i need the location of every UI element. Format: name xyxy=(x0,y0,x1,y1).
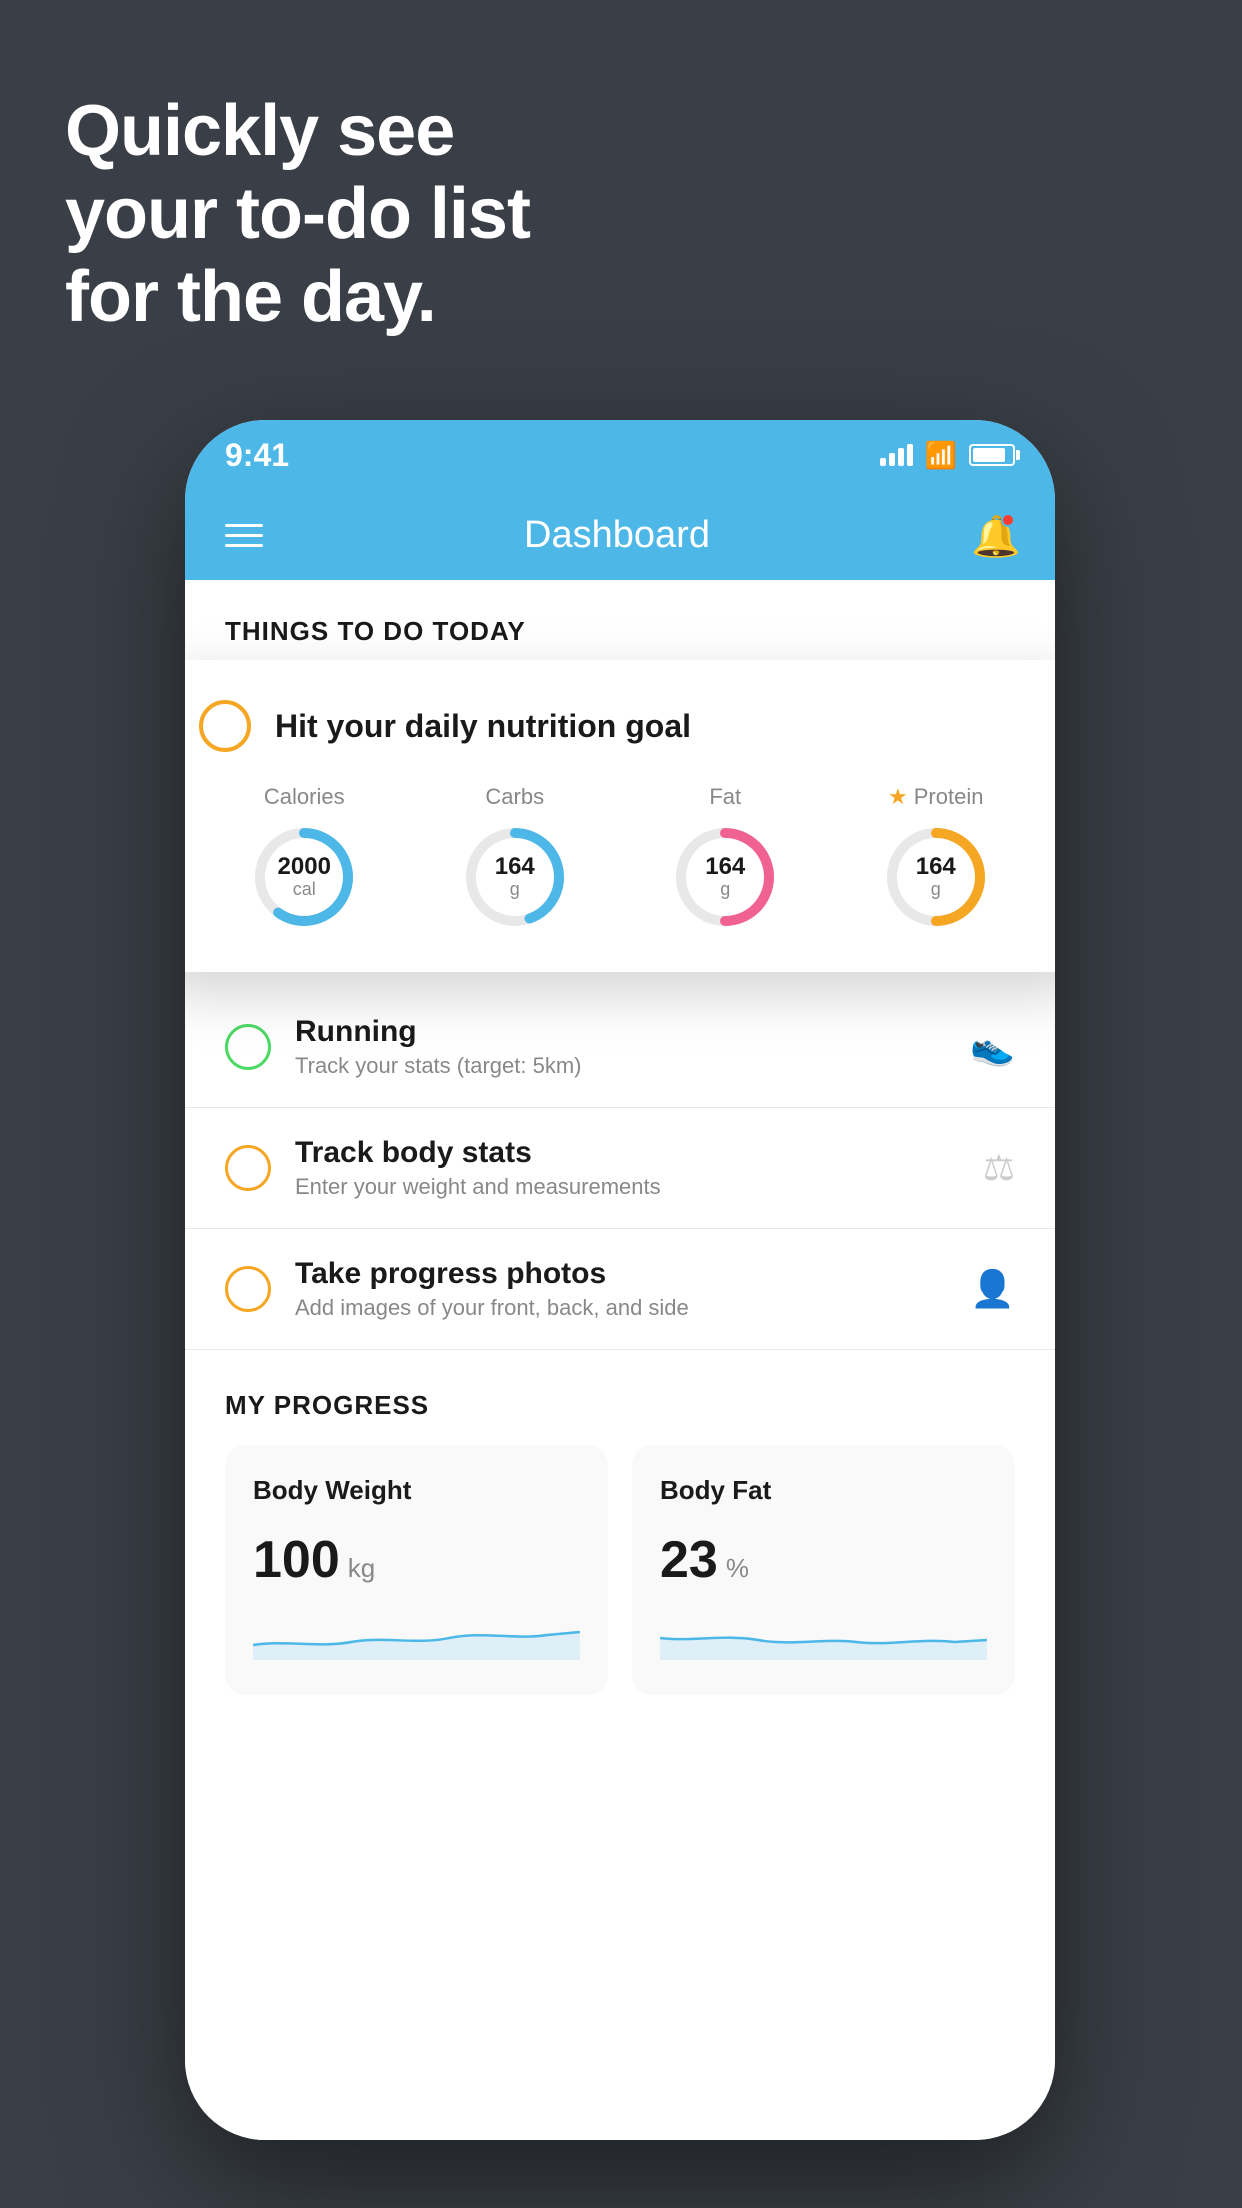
body-weight-value-row: 100 kg xyxy=(253,1530,580,1590)
nutrition-carbs: Carbs 164 g xyxy=(460,784,570,932)
card-title: Hit your daily nutrition goal xyxy=(275,708,691,745)
todo-circle-photos xyxy=(225,1266,271,1312)
fat-donut: 164 g xyxy=(670,822,780,932)
todo-circle-running xyxy=(225,1024,271,1070)
body-weight-chart xyxy=(253,1610,580,1660)
todo-circle-body-stats xyxy=(225,1145,271,1191)
nutrition-calories: Calories 2000 cal xyxy=(249,784,359,932)
todo-text-body-stats: Track body stats Enter your weight and m… xyxy=(295,1136,959,1200)
body-fat-chart xyxy=(660,1610,987,1660)
todo-subtitle-photos: Add images of your front, back, and side xyxy=(295,1295,946,1321)
status-icons: 📶 xyxy=(880,440,1015,471)
body-weight-unit: kg xyxy=(348,1553,375,1584)
protein-donut: 164 g xyxy=(881,822,991,932)
phone-mockup: 9:41 📶 Dashboard 🔔 THINGS xyxy=(185,420,1055,2140)
notification-bell[interactable]: 🔔 xyxy=(971,513,1015,557)
body-weight-card[interactable]: Body Weight 100 kg xyxy=(225,1445,608,1695)
things-section-title: THINGS TO DO TODAY xyxy=(185,580,1055,667)
calories-label: Calories xyxy=(264,784,345,810)
todo-list: Running Track your stats (target: 5km) 👟… xyxy=(185,987,1055,1350)
body-weight-value: 100 xyxy=(253,1530,340,1590)
todo-item-photos[interactable]: Take progress photos Add images of your … xyxy=(185,1229,1055,1350)
person-icon: 👤 xyxy=(970,1268,1015,1310)
task-circle-unchecked[interactable] xyxy=(199,700,251,752)
notification-dot xyxy=(1001,513,1015,527)
running-icon: 👟 xyxy=(970,1026,1015,1068)
body-fat-card[interactable]: Body Fat 23 % xyxy=(632,1445,1015,1695)
body-fat-label: Body Fat xyxy=(660,1475,987,1506)
todo-title-photos: Take progress photos xyxy=(295,1257,946,1291)
todo-subtitle-body-stats: Enter your weight and measurements xyxy=(295,1174,959,1200)
status-time: 9:41 xyxy=(225,437,289,474)
hamburger-menu[interactable] xyxy=(225,524,263,547)
app-content: THINGS TO DO TODAY Hit your daily nutrit… xyxy=(185,580,1055,2140)
scale-icon: ⚖ xyxy=(983,1147,1015,1189)
wifi-icon: 📶 xyxy=(925,440,957,471)
star-icon: ★ xyxy=(888,784,908,810)
signal-icon xyxy=(880,444,913,466)
nutrition-card: Hit your daily nutrition goal Calories 2… xyxy=(185,660,1055,972)
carbs-donut: 164 g xyxy=(460,822,570,932)
body-weight-label: Body Weight xyxy=(253,1475,580,1506)
progress-section: MY PROGRESS Body Weight 100 kg B xyxy=(185,1350,1055,1695)
todo-text-photos: Take progress photos Add images of your … xyxy=(295,1257,946,1321)
fat-label: Fat xyxy=(709,784,741,810)
header-title: Dashboard xyxy=(524,514,710,557)
progress-section-title: MY PROGRESS xyxy=(225,1390,1015,1421)
todo-item-body-stats[interactable]: Track body stats Enter your weight and m… xyxy=(185,1108,1055,1229)
todo-text-running: Running Track your stats (target: 5km) xyxy=(295,1015,946,1079)
battery-icon xyxy=(969,444,1015,466)
status-bar: 9:41 📶 xyxy=(185,420,1055,490)
nutrition-fat: Fat 164 g xyxy=(670,784,780,932)
body-fat-value-row: 23 % xyxy=(660,1530,987,1590)
hero-text: Quickly see your to-do list for the day. xyxy=(65,90,530,338)
todo-subtitle-running: Track your stats (target: 5km) xyxy=(295,1053,946,1079)
protein-label: ★ Protein xyxy=(888,784,983,810)
calories-donut: 2000 cal xyxy=(249,822,359,932)
nutrition-circles: Calories 2000 cal Carbs xyxy=(199,784,1041,932)
progress-cards: Body Weight 100 kg Body Fat 23 % xyxy=(225,1445,1015,1695)
nutrition-protein: ★ Protein 164 g xyxy=(881,784,991,932)
app-header: Dashboard 🔔 xyxy=(185,490,1055,580)
carbs-label: Carbs xyxy=(485,784,544,810)
todo-title-body-stats: Track body stats xyxy=(295,1136,959,1170)
body-fat-unit: % xyxy=(726,1553,749,1584)
todo-title-running: Running xyxy=(295,1015,946,1049)
body-fat-value: 23 xyxy=(660,1530,718,1590)
card-header: Hit your daily nutrition goal xyxy=(199,700,1041,752)
todo-item-running[interactable]: Running Track your stats (target: 5km) 👟 xyxy=(185,987,1055,1108)
